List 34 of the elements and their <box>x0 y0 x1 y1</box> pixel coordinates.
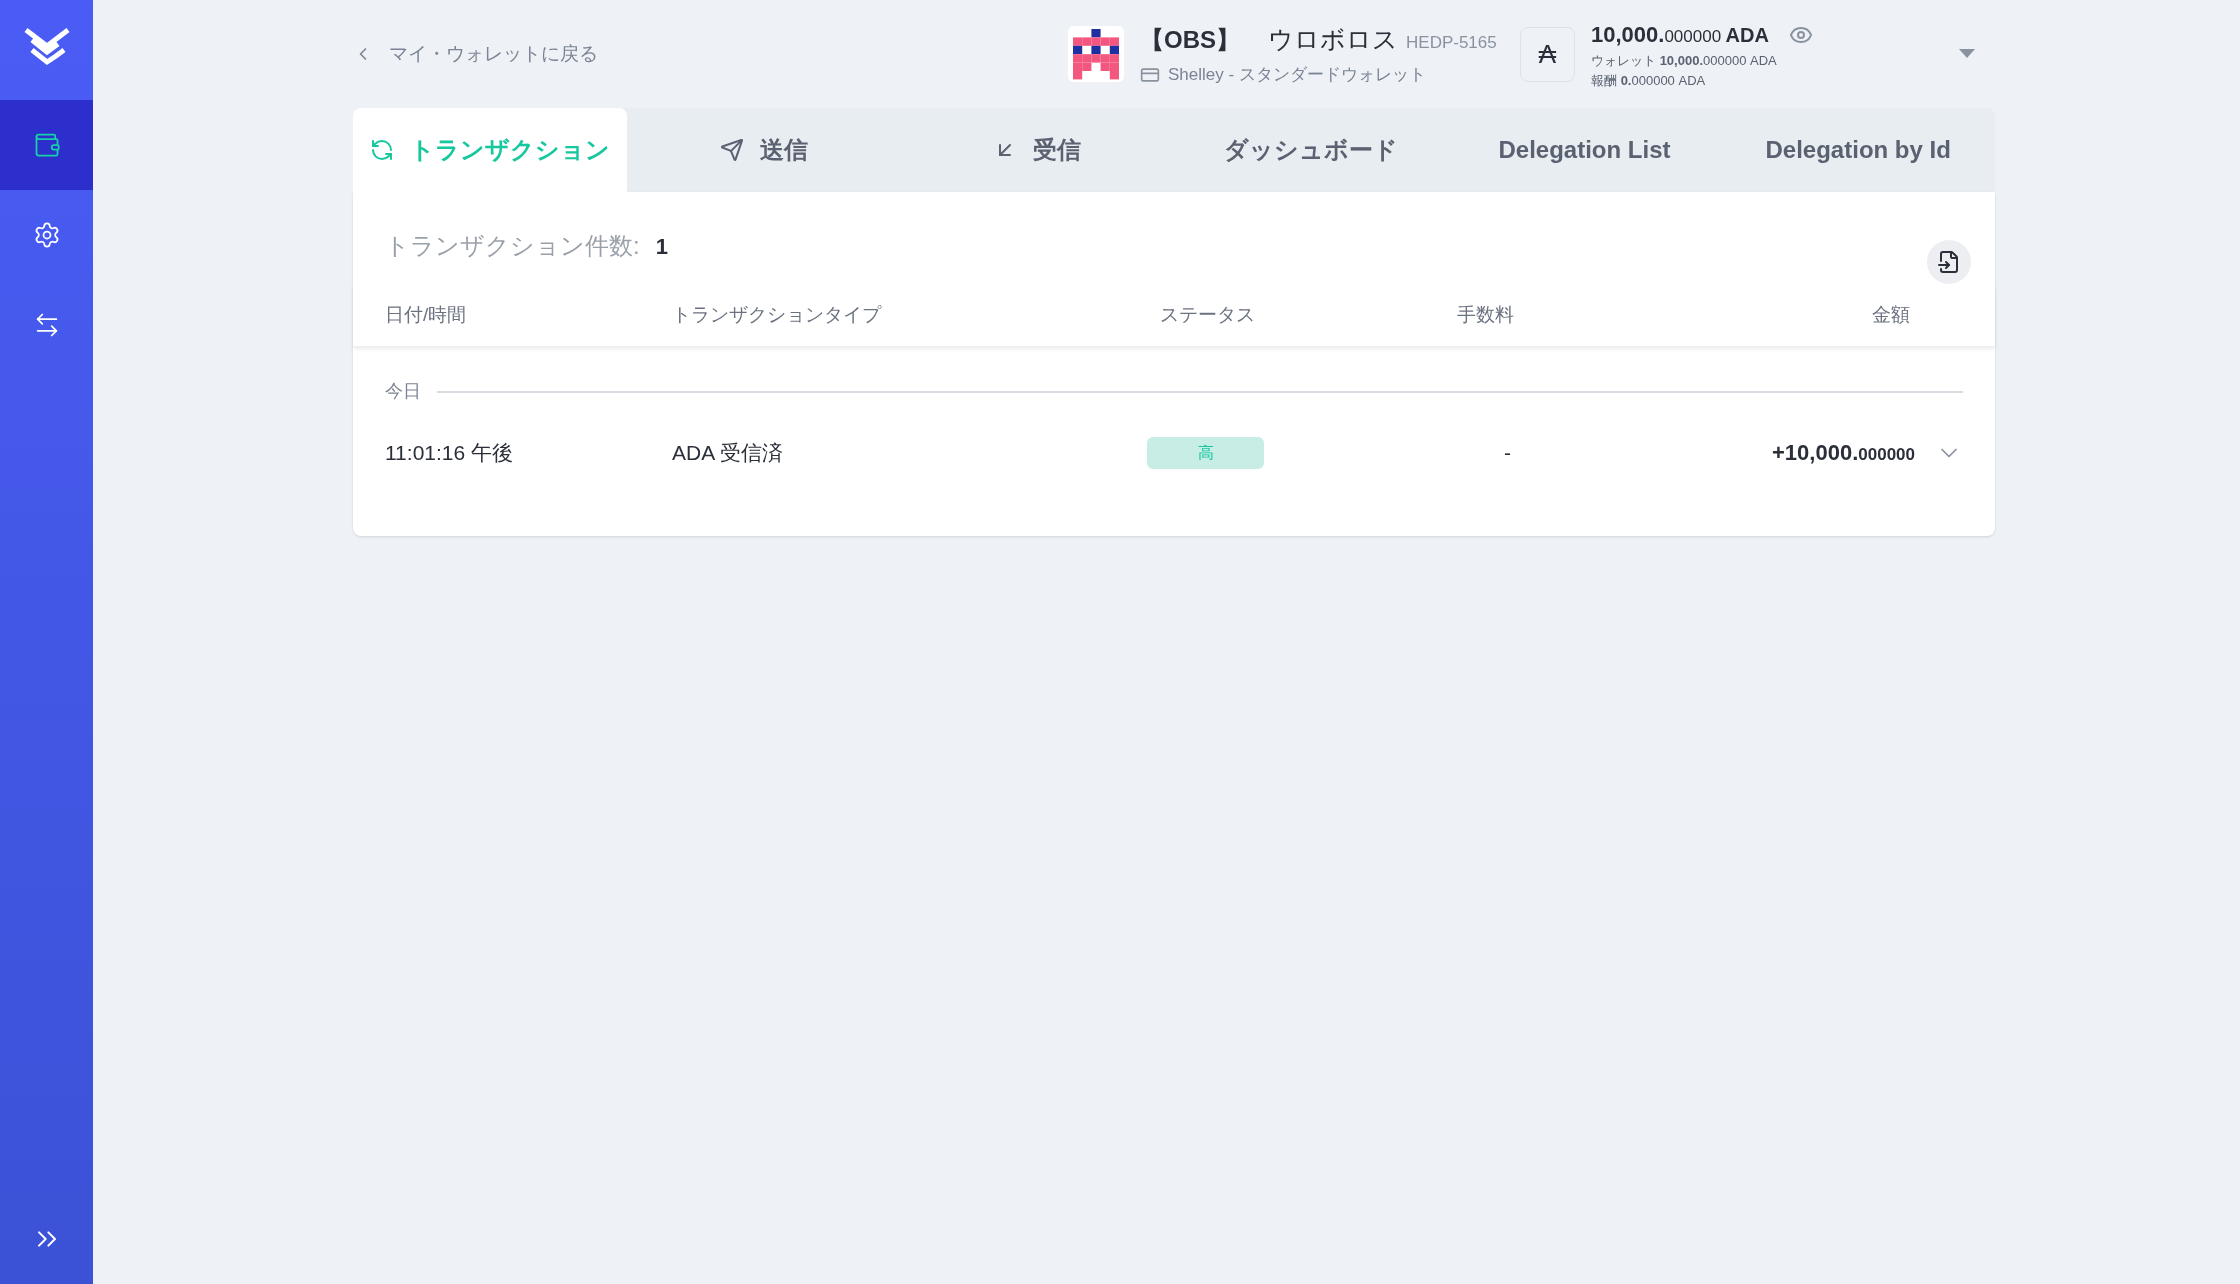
column-header: 日付/時間 <box>385 302 468 327</box>
column-header: 手数料 <box>1456 302 1515 327</box>
column-header: 金額 <box>1871 302 1911 327</box>
total-balance: 10,000.000000 ADA <box>1591 21 1769 49</box>
tab[interactable]: Delegation List <box>1447 108 1722 192</box>
wallet-plate: HEDP-5165 <box>1406 31 1497 54</box>
tab[interactable]: ダッシュボード <box>1174 108 1448 192</box>
dropdown-icon[interactable] <box>1959 49 1975 59</box>
tab[interactable]: 受信 <box>900 108 1174 192</box>
time-cell-text: 11:01:16 午後 <box>385 439 515 466</box>
wallet-ticker: 【OBS】 <box>1140 24 1240 55</box>
count-label: トランザクション件数: <box>385 231 640 261</box>
send-icon <box>719 138 744 162</box>
refresh-icon <box>369 138 394 162</box>
column-header: ステータス <box>1159 302 1256 327</box>
tab[interactable]: Delegation by Id <box>1721 108 1996 192</box>
status-badge: 高 <box>1147 436 1264 469</box>
tab[interactable]: 送信 <box>626 108 901 192</box>
amount-cell-text: +10,000.000000 <box>1772 439 1915 467</box>
ada-symbol: ₳ <box>1520 26 1575 82</box>
reward-balance: 報酬 0.000000 ADA <box>1591 71 1707 90</box>
back-link[interactable]: マイ・ウォレットに戻る <box>389 39 598 69</box>
group-label: 今日 <box>385 380 421 403</box>
wallet-name: ウロボロス <box>1268 23 1398 55</box>
count-value: 1 <box>655 233 668 261</box>
sidebar-item[interactable] <box>0 100 93 190</box>
column-header: トランザクションタイプ <box>672 302 883 327</box>
type-cell-text: ADA 受信済 <box>672 439 784 466</box>
wallet-balance: ウォレット 10,000.000000 ADA <box>1591 52 1778 70</box>
export-button[interactable] <box>1927 240 1971 284</box>
export-file-icon <box>1937 250 1961 274</box>
fee-cell-text: - <box>1503 439 1512 466</box>
wallet-type: Shelley - スタンダードウォレット <box>1168 64 1426 86</box>
wallet-avatar <box>1068 26 1124 82</box>
